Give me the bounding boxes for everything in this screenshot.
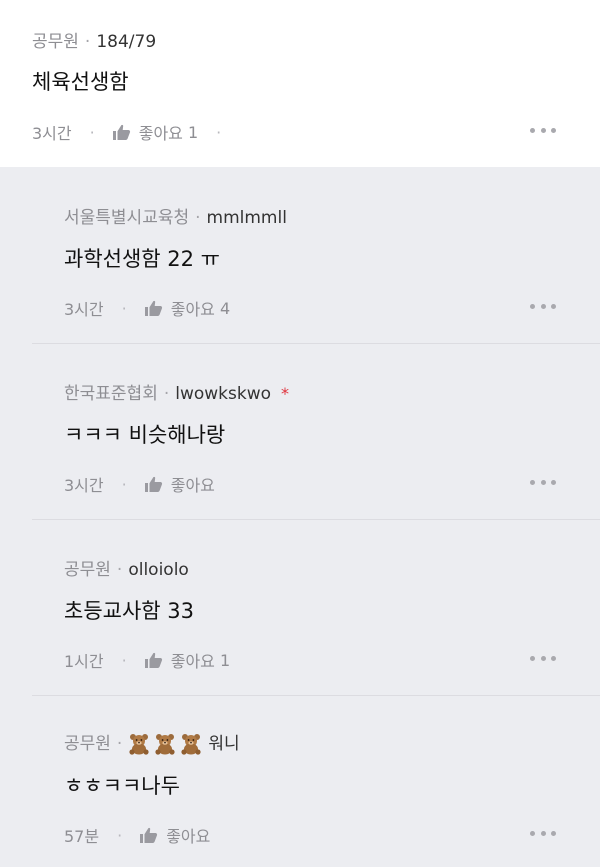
like-button[interactable]: 좋아요 4: [144, 296, 231, 320]
author-nickname[interactable]: olloiolo: [128, 560, 189, 580]
more-options-button[interactable]: [530, 127, 556, 133]
more-options-button[interactable]: [530, 303, 556, 309]
new-badge-star: *: [281, 384, 290, 403]
reply-time: 57분: [64, 827, 100, 846]
more-dot: [551, 303, 556, 309]
reply-divider: [32, 695, 600, 696]
reply-actions: 3시간 · 좋아요: [64, 472, 215, 496]
like-button[interactable]: 좋아요: [144, 472, 215, 496]
reply-divider: [32, 519, 600, 520]
meta-separator: ·: [195, 208, 201, 228]
more-dot: [551, 127, 556, 133]
main-post: 공무원 · 184/79 체육선생함 3시간 · 좋아요 1 ·: [0, 0, 600, 168]
teddy-bear-icon: [181, 734, 201, 755]
action-separator: ·: [121, 298, 127, 318]
reply-content: ㅎㅎㅋㅋ나두: [64, 774, 180, 798]
reply-actions: 57분 · 좋아요: [64, 823, 210, 847]
meta-separator: ·: [116, 560, 123, 580]
like-count: 4: [219, 298, 231, 318]
author-nickname[interactable]: 워니: [208, 734, 239, 754]
reply-meta: 공무원 · 워니: [64, 729, 240, 755]
more-dot: [530, 303, 535, 309]
more-options-button[interactable]: [530, 479, 556, 485]
action-separator: ·: [121, 650, 127, 670]
bear-emoji-group: [128, 733, 202, 755]
author-company[interactable]: 공무원: [64, 560, 111, 580]
post-time: 3시간: [32, 124, 72, 143]
like-label: 좋아요: [170, 652, 215, 671]
like-label: 좋아요: [166, 827, 211, 846]
reply-divider: [32, 343, 600, 344]
reply-time: 3시간: [64, 476, 104, 495]
author-nickname[interactable]: 184/79: [96, 32, 156, 52]
reply-actions: 1시간 · 좋아요 1: [64, 648, 230, 672]
more-dot: [540, 830, 546, 836]
reply-content: 초등교사함 33: [64, 599, 194, 623]
meta-separator: ·: [163, 384, 170, 404]
reply-meta: 서울특별시교육청 · mmlmmll: [64, 203, 287, 228]
more-dot: [530, 479, 535, 485]
more-dot: [551, 655, 556, 661]
action-separator: ·: [89, 122, 95, 142]
post-actions: 3시간 · 좋아요 1 ·: [32, 120, 239, 144]
like-label: 좋아요: [138, 124, 183, 143]
more-dot: [530, 830, 535, 836]
author-company[interactable]: 한국표준협회: [64, 384, 158, 404]
thumbs-up-icon: [144, 300, 162, 316]
more-dot: [551, 830, 556, 836]
author-company[interactable]: 공무원: [64, 734, 111, 754]
more-dot: [530, 127, 535, 133]
reply-actions: 3시간 · 좋아요 4: [64, 296, 230, 320]
reply-meta: 한국표준협회 · lwowkskwo *: [64, 379, 289, 404]
like-button[interactable]: 좋아요 1: [112, 120, 199, 144]
author-company[interactable]: 서울특별시교육청: [64, 208, 189, 228]
reply-content: ㅋㅋㅋ 비슷해나랑: [64, 423, 226, 447]
thumbs-up-icon: [140, 827, 158, 843]
like-button[interactable]: 좋아요: [140, 823, 210, 847]
reply-time: 3시간: [64, 300, 104, 319]
teddy-bear-icon: [129, 734, 149, 755]
action-separator: ·: [121, 474, 127, 494]
thumbs-up-icon: [112, 124, 130, 140]
like-label: 좋아요: [170, 476, 215, 495]
meta-separator: ·: [84, 32, 91, 52]
like-button[interactable]: 좋아요 1: [144, 648, 231, 672]
more-dot: [540, 479, 546, 485]
reply-meta: 공무원 · olloiolo: [64, 555, 189, 580]
more-dot: [540, 655, 546, 661]
reply-content: 과학선생함 22 ㅠ: [64, 247, 220, 271]
more-dot: [540, 127, 546, 133]
more-options-button[interactable]: [530, 830, 556, 836]
reply-time: 1시간: [64, 652, 104, 671]
like-count: 1: [187, 122, 199, 142]
action-separator: ·: [117, 825, 123, 845]
more-dot: [540, 303, 546, 309]
thumbs-up-icon: [144, 476, 162, 492]
action-separator: ·: [216, 122, 222, 142]
author-nickname[interactable]: mmlmmll: [207, 208, 287, 228]
more-options-button[interactable]: [530, 655, 556, 661]
post-content: 체육선생함: [32, 70, 129, 94]
thumbs-up-icon: [144, 652, 162, 668]
post-meta: 공무원 · 184/79: [32, 27, 156, 52]
author-nickname[interactable]: lwowkskwo: [175, 384, 271, 404]
more-dot: [551, 479, 556, 485]
author-company[interactable]: 공무원: [32, 32, 79, 52]
reply-list: 서울특별시교육청 · mmlmmll 과학선생함 22 ㅠ 3시간 · 좋아요 4 …: [0, 167, 600, 867]
more-dot: [530, 655, 535, 661]
meta-separator: ·: [116, 734, 123, 754]
teddy-bear-icon: [155, 734, 175, 755]
like-label: 좋아요: [170, 300, 215, 319]
like-count: 1: [219, 650, 231, 670]
